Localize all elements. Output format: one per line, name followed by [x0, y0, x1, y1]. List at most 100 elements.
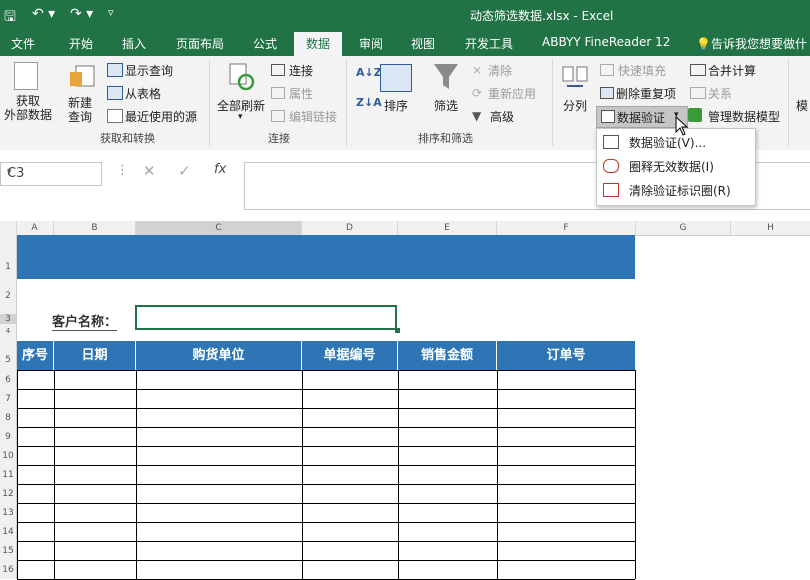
- sort-button[interactable]: 排序: [384, 97, 408, 114]
- row-header[interactable]: 7: [0, 394, 16, 404]
- tab-page-layout[interactable]: 页面布局: [176, 35, 224, 52]
- lightbulb-icon: 💡: [696, 37, 711, 51]
- column-header-g[interactable]: G: [636, 221, 731, 235]
- tab-view[interactable]: 视图: [411, 35, 435, 52]
- grid-vline: [398, 370, 399, 579]
- header-cell[interactable]: 单据编号: [302, 341, 398, 370]
- ribbon-overflow-label[interactable]: 模: [796, 97, 808, 114]
- row-header[interactable]: 4: [0, 327, 16, 335]
- manage-data-model-button[interactable]: 管理数据模型: [708, 108, 780, 125]
- tell-me-text: 告诉我您想要做什: [710, 37, 807, 51]
- tab-abbyy[interactable]: ABBYY FineReader 12: [542, 35, 670, 49]
- refresh-all-icon: [226, 62, 256, 92]
- insert-function-icon[interactable]: fx: [214, 162, 226, 177]
- undo-icon[interactable]: ↶ ▾: [32, 6, 55, 22]
- relationships-button[interactable]: 关系: [708, 85, 732, 102]
- grid-hline: [17, 522, 635, 523]
- column-header-f[interactable]: F: [497, 221, 636, 235]
- grid-vline: [497, 370, 498, 579]
- properties-button[interactable]: 属性: [289, 85, 313, 102]
- menu-item-data-validation[interactable]: 数据验证(V)...: [629, 134, 706, 151]
- row-header-selected[interactable]: 3: [0, 314, 16, 324]
- menu-item-clear-circles[interactable]: 清除验证标识圈(R): [629, 182, 731, 199]
- grid-vline: [17, 370, 18, 579]
- row-header[interactable]: 15: [0, 546, 16, 556]
- customer-name-input-cell[interactable]: [135, 305, 397, 330]
- recent-sources-button[interactable]: 最近使用的源: [125, 108, 197, 125]
- tell-me-box[interactable]: 💡告诉我您想要做什: [696, 35, 807, 52]
- row-header[interactable]: 6: [0, 375, 16, 385]
- relationships-icon: [690, 87, 706, 99]
- header-cell[interactable]: 订单号: [497, 341, 635, 370]
- show-query-button[interactable]: 显示查询: [125, 62, 173, 79]
- row-header[interactable]: 8: [0, 413, 16, 423]
- header-cell[interactable]: 购货单位: [136, 341, 302, 370]
- select-all-corner[interactable]: [0, 221, 17, 235]
- grid-hline: [17, 408, 635, 409]
- row-header[interactable]: 13: [0, 508, 16, 518]
- data-validation-icon: [601, 110, 615, 123]
- group-get-transform: 获取和转换: [100, 132, 155, 145]
- get-external-data-icon: [14, 62, 38, 90]
- fill-handle[interactable]: [395, 328, 400, 333]
- text-to-columns-button[interactable]: 分列: [563, 97, 587, 114]
- tab-file[interactable]: 文件: [11, 35, 35, 52]
- edit-links-button[interactable]: 编辑链接: [289, 108, 337, 125]
- row-header[interactable]: 11: [0, 470, 16, 480]
- header-cell[interactable]: 销售金额: [398, 341, 497, 370]
- column-header-b[interactable]: B: [54, 221, 136, 235]
- column-header-h[interactable]: H: [731, 221, 810, 235]
- connections-button[interactable]: 连接: [289, 62, 313, 79]
- sort-za-icon[interactable]: Z↓A: [356, 96, 382, 109]
- from-table-button[interactable]: 从表格: [125, 85, 161, 102]
- remove-duplicates-button[interactable]: 删除重复项: [616, 85, 676, 102]
- new-query-icon: [68, 62, 98, 90]
- row-header[interactable]: 12: [0, 489, 16, 499]
- column-header-a[interactable]: A: [16, 221, 54, 235]
- tab-developer[interactable]: 开发工具: [465, 35, 513, 52]
- text-to-columns-icon: [561, 64, 589, 90]
- advanced-button[interactable]: 高级: [490, 108, 514, 125]
- ribbon-tabs: 文件 开始 插入 页面布局 公式 数据 审阅 视图 开发工具 ABBYY Fin…: [0, 30, 810, 56]
- header-cell[interactable]: 序号: [17, 341, 54, 370]
- tab-formulas[interactable]: 公式: [253, 35, 277, 52]
- save-icon[interactable]: 🖫: [4, 6, 16, 30]
- cancel-formula-icon[interactable]: ✕: [143, 162, 156, 180]
- clear-circles-icon: [603, 183, 619, 197]
- column-header-d[interactable]: D: [302, 221, 398, 235]
- enter-formula-icon[interactable]: ✓: [178, 162, 191, 180]
- row-header[interactable]: 1: [0, 262, 16, 272]
- redo-icon[interactable]: ↷ ▾: [70, 6, 93, 22]
- filter-button[interactable]: 筛选: [434, 97, 458, 114]
- row-header[interactable]: 2: [0, 291, 16, 301]
- column-header-e[interactable]: E: [398, 221, 497, 235]
- tab-home[interactable]: 开始: [69, 35, 93, 52]
- clear-button[interactable]: 清除: [488, 62, 512, 79]
- row-header[interactable]: 5: [0, 355, 16, 365]
- customize-qat-icon[interactable]: ▿: [108, 6, 114, 19]
- menu-item-circle-invalid[interactable]: 圈释无效数据(I): [629, 158, 714, 175]
- sort-az-icon[interactable]: A↓Z: [356, 66, 382, 79]
- tab-review[interactable]: 审阅: [359, 35, 383, 52]
- header-cell[interactable]: 日期: [54, 341, 136, 370]
- tab-insert[interactable]: 插入: [122, 35, 146, 52]
- row-header[interactable]: 9: [0, 432, 16, 442]
- refresh-dropdown-icon[interactable]: ▾: [238, 112, 243, 122]
- consolidate-button[interactable]: 合并计算: [708, 62, 756, 79]
- tab-data[interactable]: 数据: [294, 32, 343, 56]
- grid-vline: [302, 370, 303, 579]
- grid-hline: [17, 503, 635, 504]
- column-header-c[interactable]: C: [136, 221, 302, 235]
- consolidate-icon: [690, 64, 706, 76]
- row-header[interactable]: 14: [0, 527, 16, 537]
- flash-fill-button[interactable]: 快速填充: [618, 62, 666, 79]
- get-external-data-button[interactable]: 获取 外部数据: [4, 94, 52, 122]
- row-header[interactable]: 16: [0, 565, 16, 575]
- mouse-cursor-icon: [675, 115, 689, 139]
- name-box[interactable]: C3 ▾: [0, 162, 102, 186]
- new-query-button[interactable]: 新建 查询: [68, 96, 92, 124]
- row-header[interactable]: 10: [0, 451, 16, 461]
- name-box-dropdown-icon[interactable]: ▾: [7, 167, 97, 177]
- reapply-button[interactable]: 重新应用: [488, 85, 536, 102]
- grip-icon: ⋮: [116, 163, 129, 178]
